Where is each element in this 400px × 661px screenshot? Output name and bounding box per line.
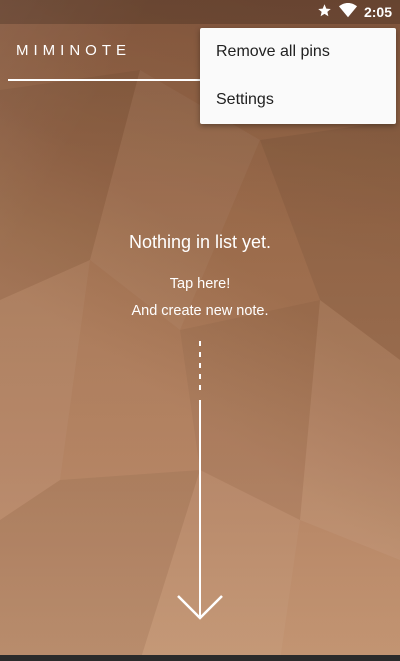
empty-state-title: Nothing in list yet.: [128, 232, 272, 252]
status-icons: 2:05: [317, 0, 392, 24]
menu-item-settings[interactable]: Settings: [200, 76, 396, 124]
overflow-menu: Remove all pins Settings: [200, 28, 396, 124]
menu-item-remove-all-pins[interactable]: Remove all pins: [200, 28, 396, 76]
status-bar: 2:05: [0, 0, 400, 24]
empty-state-create-hint[interactable]: And create new note.: [0, 303, 400, 319]
star-icon: [317, 3, 332, 22]
app-title: MIMINOTE: [16, 42, 131, 59]
navigation-bar-edge: [0, 655, 400, 661]
app-screen: 2:05 MIMINOTE Remove all pins Settings N…: [0, 0, 400, 661]
wifi-icon: [338, 2, 357, 22]
title-underline: [8, 79, 208, 81]
status-time: 2:05: [363, 4, 392, 20]
down-arrow-icon[interactable]: [170, 336, 230, 626]
empty-state-tap-hint[interactable]: Tap here!: [0, 276, 400, 292]
